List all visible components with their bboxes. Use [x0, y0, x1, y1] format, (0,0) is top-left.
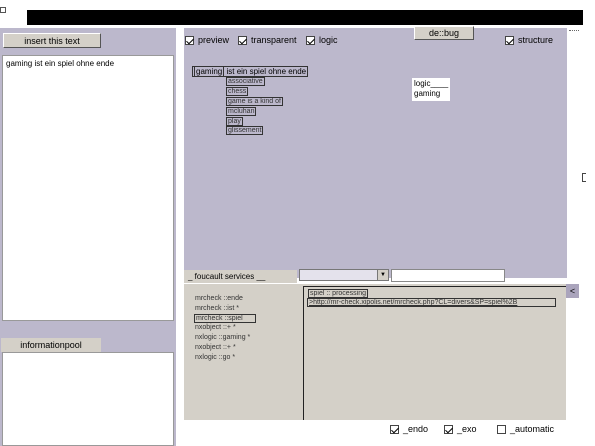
services-output-top: [304, 286, 566, 287]
automatic-checkbox[interactable]: _automatic: [497, 424, 554, 434]
logic-box-value: gaming: [414, 89, 441, 98]
text-input-value: gaming ist ein spiel ohne ende: [6, 59, 115, 68]
exo-label: _exo: [457, 424, 477, 434]
services-label: _ foucault services __: [184, 270, 297, 283]
structure-label: structure: [518, 35, 554, 45]
service-item-ist[interactable]: mrcheck ::ist *: [194, 305, 240, 312]
tree-node-game-kind[interactable]: game is a kind of: [226, 97, 283, 106]
informationpool-area[interactable]: [2, 352, 174, 446]
informationpool-label: informationpool: [1, 338, 101, 352]
service-item-nxobject-2[interactable]: nxobject ::+ *: [194, 344, 237, 351]
services-divider: [303, 286, 304, 420]
structure-checkbox[interactable]: structure: [505, 35, 553, 45]
result-url-link[interactable]: >http://mr-check.xipolis.net/mrcheck.php…: [307, 298, 556, 307]
tree-node-associative[interactable]: associative: [226, 77, 265, 86]
transparent-checkbox[interactable]: transparent: [238, 35, 297, 45]
tree-node-mcluhan[interactable]: mcluhan: [226, 107, 257, 116]
collapse-button[interactable]: <: [566, 284, 579, 298]
insert-text-button[interactable]: insert this text: [3, 33, 101, 48]
service-item-gaming[interactable]: nxlogic ::gaming *: [194, 334, 251, 341]
tree-node-play[interactable]: play: [226, 117, 243, 126]
service-item-nxobject-1[interactable]: nxobject ::+ *: [194, 324, 237, 331]
processing-label: spiel :: processing: [308, 289, 369, 298]
preview-checkbox[interactable]: preview: [185, 35, 229, 45]
service-item-spiel[interactable]: mrcheck ::spiel: [194, 314, 256, 323]
tree-root[interactable]: gaming ist ein spiel ohne ende: [192, 66, 309, 77]
transparent-label: transparent: [251, 35, 297, 45]
tree-node-glissement[interactable]: glissement: [226, 126, 264, 135]
logic-box-label: logic____: [414, 79, 449, 88]
transparent-check-icon: [238, 35, 247, 45]
preview-label: preview: [198, 35, 230, 45]
logic-checkbox[interactable]: logic: [306, 35, 338, 45]
root-rest: ist ein spiel ohne ende: [226, 67, 307, 76]
logic-box[interactable]: logic____ gaming: [412, 78, 450, 101]
automatic-check-icon: [497, 424, 506, 434]
logic-label: logic: [319, 35, 338, 45]
debug-button[interactable]: de::bug: [414, 26, 474, 40]
dotted-edge: [569, 30, 579, 39]
tree-node-chess[interactable]: chess: [226, 87, 249, 96]
root-word: gaming: [194, 66, 225, 77]
structure-check-icon: [505, 35, 514, 45]
automatic-label: _automatic: [510, 424, 555, 434]
services-input[interactable]: [391, 269, 505, 282]
service-item-ende[interactable]: mrcheck ::ende: [194, 295, 244, 302]
corner-marker: [0, 7, 6, 13]
endo-label: _endo: [403, 424, 429, 434]
service-item-go[interactable]: nxlogic ::go *: [194, 354, 236, 361]
dropdown-arrow-icon[interactable]: ▼: [377, 270, 388, 280]
top-bar: [27, 10, 583, 25]
endo-check-icon: [390, 424, 399, 434]
services-select[interactable]: ▼: [299, 269, 389, 281]
exo-check-icon: [444, 424, 453, 434]
logic-check-icon: [306, 35, 315, 45]
text-input-area[interactable]: gaming ist ein spiel ohne ende: [2, 55, 174, 321]
preview-check-icon: [185, 35, 194, 45]
endo-checkbox[interactable]: _endo: [390, 424, 428, 434]
exo-checkbox[interactable]: _exo: [444, 424, 477, 434]
scroll-marker: [582, 173, 586, 182]
